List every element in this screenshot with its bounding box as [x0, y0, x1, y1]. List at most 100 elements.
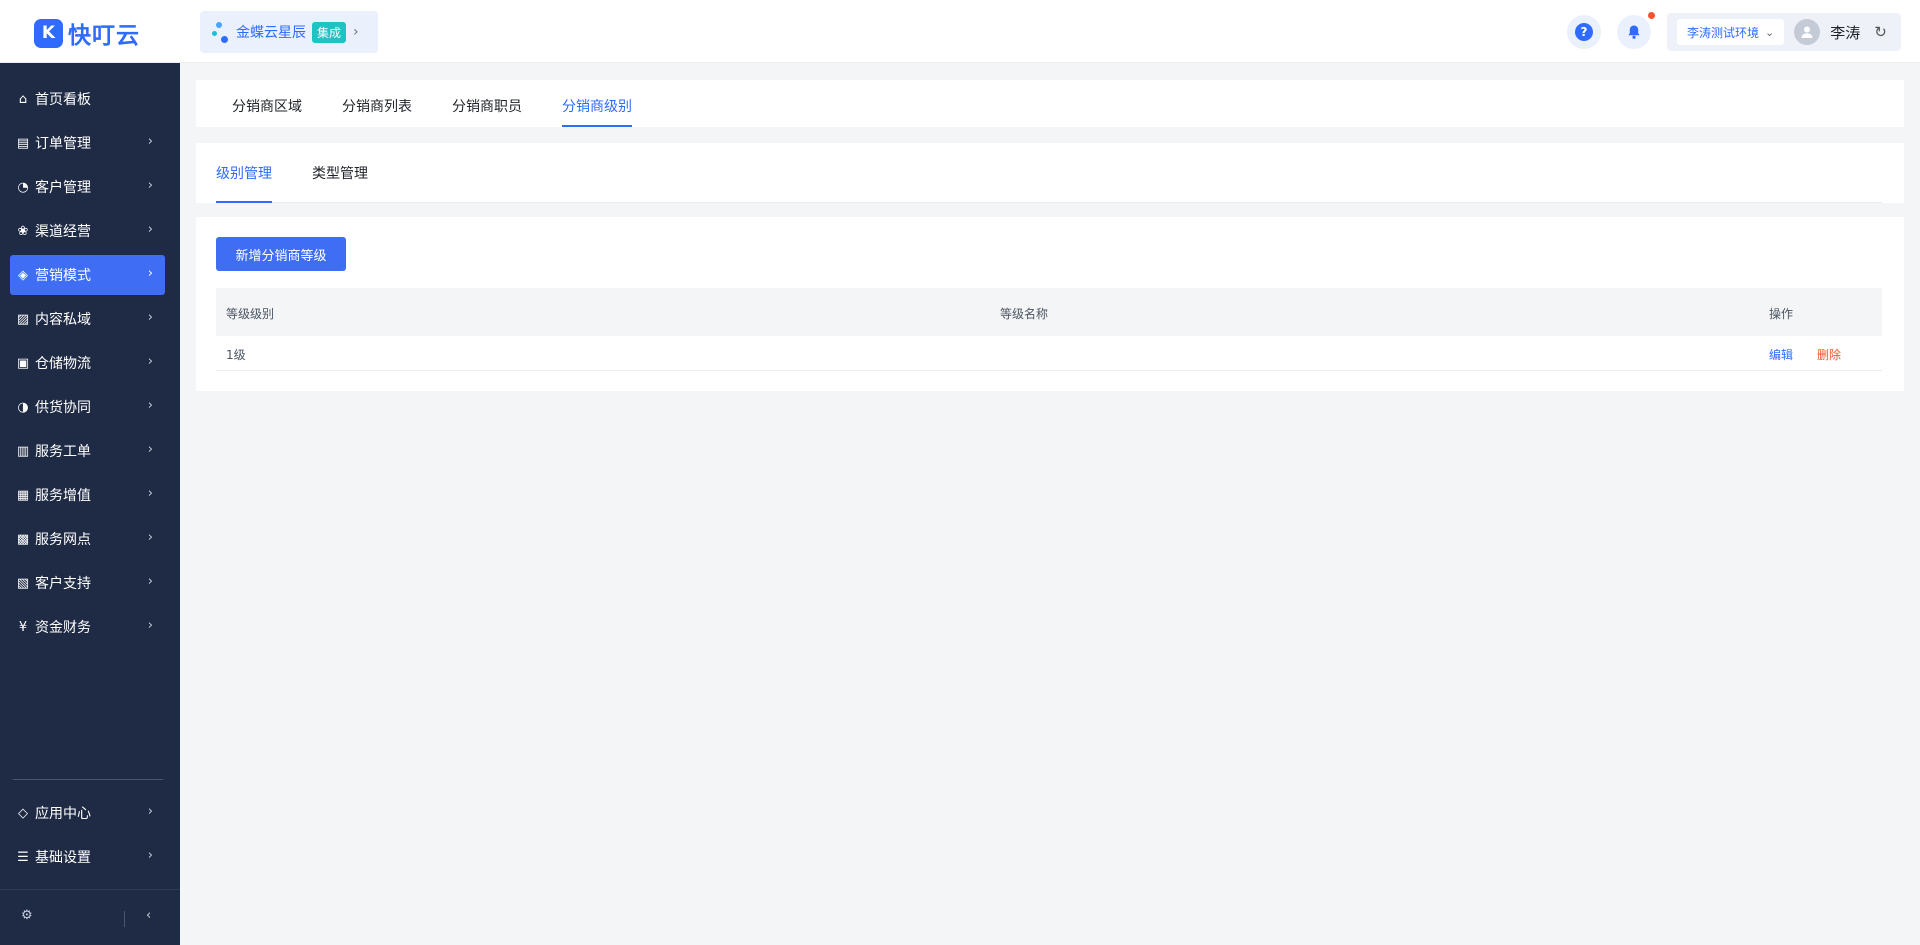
sidebar-item-dashboard[interactable]: ⌂ 首页看板: [10, 79, 165, 119]
order-icon: ▤: [16, 135, 30, 151]
sidebar: ⌂ 首页看板 ▤ 订单管理 › ◔ 客户管理 › ❀ 渠道经营 › ◈ 营销模式…: [0, 63, 180, 945]
sidebar-item-settings[interactable]: ☰ 基础设置 ›: [10, 837, 165, 877]
store-icon: ▩: [16, 531, 30, 547]
sidebar-item-support[interactable]: ▧ 客户支持 ›: [10, 563, 165, 603]
footer-separator: [124, 911, 125, 927]
user-avatar-icon: [1801, 26, 1813, 38]
sidebar-item-label: 服务工单: [35, 444, 91, 460]
sidebar-item-label: 渠道经营: [35, 224, 91, 240]
chevron-right-icon: ›: [147, 804, 153, 819]
yen-icon: ¥: [18, 619, 28, 635]
user-name[interactable]: 李涛: [1830, 22, 1860, 43]
sidebar-item-label: 供货协同: [35, 400, 91, 416]
gear-icon[interactable]: ⚙: [21, 908, 33, 923]
distributor-tabs: 分销商区域 分销商列表 分销商职员 分销商级别: [196, 80, 1904, 127]
tab-level-management[interactable]: 级别管理: [216, 163, 272, 183]
sidebar-item-label: 内容私域: [35, 312, 91, 328]
chevron-right-icon: ›: [147, 398, 153, 413]
tab-distributor-list[interactable]: 分销商列表: [342, 96, 412, 116]
sidebar-item-supply[interactable]: ◑ 供货协同 ›: [10, 387, 165, 427]
app-name: 金蝶云星辰: [236, 25, 306, 41]
active-sub-tab-indicator: [216, 201, 272, 203]
edit-link[interactable]: 编辑: [1769, 346, 1793, 363]
column-header-name: 等级名称: [1000, 307, 1049, 321]
sidebar-item-label: 客户支持: [35, 576, 91, 592]
sidebar-item-warehouse[interactable]: ▣ 仓储物流 ›: [10, 343, 165, 383]
image-icon: ▨: [16, 311, 30, 327]
sidebar-item-service-tickets[interactable]: ▥ 服务工单 ›: [10, 431, 165, 471]
chevron-right-icon: ›: [147, 222, 153, 237]
environment-label: 李涛测试环境: [1687, 25, 1760, 40]
sidebar-item-label: 应用中心: [35, 806, 91, 822]
chevron-right-icon: ›: [353, 24, 359, 40]
tag-icon: ◈: [18, 267, 28, 283]
sidebar-item-channels[interactable]: ❀ 渠道经营 ›: [10, 211, 165, 251]
sidebar-item-app-center[interactable]: ◇ 应用中心 ›: [10, 793, 165, 833]
chevron-right-icon: ›: [147, 178, 153, 193]
chevron-down-icon: ⌄: [1765, 25, 1775, 39]
collapse-sidebar-icon[interactable]: ‹: [146, 908, 151, 923]
sidebar-item-label: 营销模式: [35, 268, 91, 284]
question-icon: ?: [1575, 23, 1593, 41]
brand-logo[interactable]: K 快叮云: [34, 16, 140, 50]
tab-type-management[interactable]: 类型管理: [312, 163, 368, 183]
notification-dot: [1648, 12, 1655, 19]
user-area: 李涛测试环境 ⌄ 李涛 ↻: [1667, 13, 1901, 51]
chevron-right-icon: ›: [147, 486, 153, 501]
table-header: 等级级别 等级名称 操作: [216, 288, 1882, 336]
sidebar-item-finance[interactable]: ¥ 资金财务 ›: [10, 607, 165, 647]
sidebar-item-service-points[interactable]: ▩ 服务网点 ›: [10, 519, 165, 559]
help-button[interactable]: ?: [1567, 15, 1601, 49]
sidebar-item-label: 服务增值: [35, 488, 91, 504]
app-dots-icon: [212, 20, 230, 44]
chevron-right-icon: ›: [147, 530, 153, 545]
tab-distributor-level[interactable]: 分销商级别: [562, 96, 632, 116]
chevron-right-icon: ›: [147, 266, 153, 281]
sidebar-item-marketing[interactable]: ◈ 营销模式 ›: [10, 255, 165, 295]
user-icon: ◔: [17, 179, 29, 195]
ticket-icon: ▥: [16, 443, 30, 459]
supply-icon: ◑: [17, 399, 29, 415]
bag-icon: ▦: [16, 487, 30, 503]
cell-level: 1级: [226, 348, 246, 362]
chevron-right-icon: ›: [147, 310, 153, 325]
settings-list-icon: ☰: [17, 849, 29, 865]
sidebar-item-label: 仓储物流: [35, 356, 91, 372]
sidebar-item-customers[interactable]: ◔ 客户管理 ›: [10, 167, 165, 207]
sidebar-item-label: 订单管理: [35, 136, 91, 152]
active-tab-indicator: [562, 125, 632, 127]
level-sub-tabs: 级别管理 类型管理: [196, 143, 1904, 203]
notification-button[interactable]: [1617, 15, 1651, 49]
chevron-right-icon: ›: [147, 442, 153, 457]
add-distributor-level-button[interactable]: 新增分销商等级: [216, 237, 346, 271]
chevron-right-icon: ›: [147, 354, 153, 369]
app-switcher[interactable]: 金蝶云星辰 集成 ›: [200, 11, 378, 53]
avatar[interactable]: [1794, 19, 1821, 45]
sidebar-item-value-added[interactable]: ▦ 服务增值 ›: [10, 475, 165, 515]
column-header-actions: 操作: [1769, 307, 1794, 321]
home-icon: ⌂: [18, 91, 28, 107]
delete-link[interactable]: 删除: [1817, 346, 1841, 363]
chevron-right-icon: ›: [147, 574, 153, 589]
bell-icon: [1628, 25, 1640, 39]
channel-icon: ❀: [17, 223, 29, 239]
level-table-card: 新增分销商等级 等级级别 等级名称 操作 1级 编辑 删除: [196, 217, 1904, 391]
sidebar-divider: [13, 779, 163, 780]
tab-distributor-region[interactable]: 分销商区域: [232, 96, 302, 116]
sidebar-item-label: 基础设置: [35, 850, 91, 866]
environment-select[interactable]: 李涛测试环境 ⌄: [1677, 19, 1785, 45]
top-header: K 快叮云 金蝶云星辰 集成 › ? 李涛测试环境 ⌄ 李涛 ↻: [0, 0, 1920, 63]
sub-tab-divider: [216, 202, 1882, 203]
tab-distributor-staff[interactable]: 分销商职员: [452, 96, 522, 116]
sidebar-item-orders[interactable]: ▤ 订单管理 ›: [10, 123, 165, 163]
sidebar-item-label: 资金财务: [35, 620, 91, 636]
chevron-right-icon: ›: [147, 134, 153, 149]
sidebar-item-label: 服务网点: [35, 532, 91, 548]
sidebar-item-content[interactable]: ▨ 内容私域 ›: [10, 299, 165, 339]
sidebar-footer-divider: [0, 889, 180, 890]
chevron-right-icon: ›: [147, 618, 153, 633]
table-row: 1级 编辑 删除: [216, 336, 1882, 371]
refresh-icon[interactable]: ↻: [1874, 23, 1887, 41]
chevron-right-icon: ›: [147, 848, 153, 863]
brand-name: 快叮云: [68, 23, 140, 49]
